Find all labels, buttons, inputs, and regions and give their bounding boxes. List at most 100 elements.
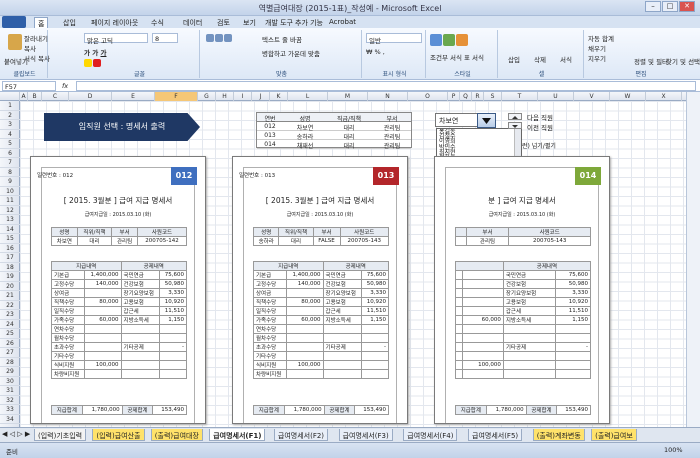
column-header[interactable]: E [112,92,155,101]
align-buttons[interactable] [206,34,233,42]
table-format-button[interactable]: 표 서식 [464,52,484,62]
column-header[interactable]: O [408,92,448,101]
row-header[interactable]: 24 [0,320,20,329]
sheet-tab[interactable]: 급여명세서(F3) [338,429,393,441]
row-header[interactable]: 30 [0,377,20,386]
font-name-box[interactable]: 맑은 고딕 [84,33,148,45]
column-header[interactable]: Q [460,92,472,101]
row-header[interactable]: 11 [0,196,20,206]
row-header[interactable]: 34 [0,415,20,424]
insert-cells-button[interactable]: 삽입 [508,54,520,64]
column-header[interactable]: C [42,92,69,101]
column-header[interactable]: B [28,92,42,101]
number-format-box[interactable]: 일반 [366,33,422,45]
spinner-up-button[interactable] [508,113,522,120]
find-select-button[interactable]: 찾기 및 선택 [666,56,700,66]
column-header[interactable]: I [234,92,252,101]
row-header[interactable]: 7 [0,158,20,168]
sheet-tab[interactable]: (출력)계좌변동 [532,429,585,441]
column-header[interactable]: F [155,92,198,101]
column-header[interactable]: M [328,92,368,101]
sheet-tab[interactable]: 급여명세서(F2) [273,429,329,441]
row-header[interactable]: 27 [0,348,20,358]
paste-button[interactable] [8,34,23,50]
formula-input[interactable] [76,81,696,91]
row-header[interactable]: 31 [0,386,20,396]
vertical-scrollbar[interactable] [686,92,700,427]
row-header[interactable]: 33 [0,405,20,415]
name-box[interactable]: F57 [2,81,56,91]
column-header[interactable]: K [270,92,288,101]
format-cells-button[interactable]: 서식 [560,54,572,64]
column-header[interactable]: L [288,92,328,101]
office-button[interactable] [2,16,26,28]
autosum-button[interactable]: 자동 합계 [588,33,614,43]
select-all-corner[interactable] [0,92,20,101]
column-header[interactable]: D [69,92,112,101]
ribbon-tab[interactable]: 보기 [240,17,259,28]
sheet-tab[interactable]: (출력)급여보 [591,429,637,441]
ribbon-tab[interactable]: Acrobat [326,17,359,28]
column-header[interactable]: J [252,92,270,101]
column-header[interactable]: V [574,92,610,101]
column-header[interactable]: N [368,92,408,101]
column-header[interactable]: T [502,92,538,101]
row-header[interactable]: 12 [0,206,20,215]
ribbon-tab[interactable]: 삽입 [60,17,79,28]
column-header[interactable]: P [448,92,460,101]
row-header[interactable]: 16 [0,244,20,253]
row-header[interactable]: 9 [0,177,20,187]
sheet-tab[interactable]: 급여명세서(F1) [209,429,266,441]
row-header[interactable]: 3 [0,120,20,130]
zoom-level[interactable]: 100% [664,446,683,454]
close-button[interactable]: ✕ [679,1,695,12]
row-header[interactable]: 22 [0,301,20,310]
row-header[interactable]: 4 [0,130,20,139]
minimize-button[interactable]: – [645,1,661,12]
row-header[interactable]: 20 [0,282,20,291]
cut-button[interactable]: 잘라내기 [24,33,48,43]
row-header[interactable]: 13 [0,215,20,225]
column-header[interactable]: W [610,92,646,101]
row-header[interactable]: 15 [0,234,20,244]
row-header[interactable]: 2 [0,111,20,120]
delete-cells-button[interactable]: 삭제 [534,54,546,64]
sheet-tab[interactable]: (출력)급여대장 [150,429,203,441]
ribbon-tab[interactable]: 추가 기능 [292,17,326,28]
copy-button[interactable]: 복사 [24,43,36,53]
row-header[interactable]: 32 [0,396,20,405]
ribbon-tab[interactable]: 홈 [34,17,49,28]
merge-center-button[interactable]: 병합하고 가운데 맞춤 [262,48,320,58]
column-header[interactable]: G [198,92,216,101]
sheet-nav-buttons[interactable]: ◀ ◁ ▷ ▶ [2,430,30,438]
column-header[interactable]: S [484,92,502,101]
row-header[interactable]: 17 [0,253,20,263]
bold-button[interactable]: 가 가 가 [84,47,106,57]
row-header[interactable]: 19 [0,272,20,282]
row-header[interactable]: 23 [0,310,20,320]
column-header[interactable]: A [20,92,28,101]
column-header[interactable]: U [538,92,574,101]
ribbon-tab[interactable]: 개발 도구 [262,17,296,28]
row-header[interactable]: 18 [0,263,20,272]
sheet-tab[interactable]: 급여명세서(F4) [403,429,458,441]
row-header[interactable]: 6 [0,149,20,158]
row-header[interactable]: 25 [0,329,20,339]
sheet-tab[interactable]: (입력)급여산출 [92,429,145,441]
cond-format-button[interactable]: 조건부 서식 [430,52,462,62]
sheet-tab[interactable]: 급여명세서(F5) [468,429,523,441]
column-header[interactable]: H [216,92,234,101]
row-header[interactable]: 29 [0,367,20,377]
row-header[interactable]: 14 [0,225,20,234]
row-header[interactable]: 21 [0,291,20,301]
clear-button[interactable]: 지우기 [588,53,606,63]
ribbon-tab[interactable]: 수식 [148,17,167,28]
sheet-tab[interactable]: (입력)기초입력 [34,429,87,441]
maximize-button[interactable]: □ [662,1,678,12]
ribbon-tab[interactable]: 데이터 [180,17,205,28]
row-header[interactable]: 5 [0,139,20,149]
row-header[interactable]: 28 [0,358,20,367]
row-header[interactable]: 10 [0,187,20,196]
number-format-buttons[interactable]: ₩ % , [366,48,385,56]
ribbon-tab[interactable]: 페이지 레이아웃 [88,17,141,28]
